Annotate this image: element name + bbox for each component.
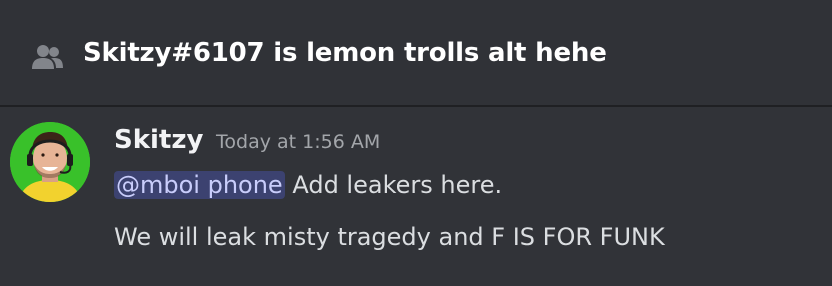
channel-title: Skitzy#6107 is lemon trolls alt hehe [83, 38, 607, 68]
channel-header: Skitzy#6107 is lemon trolls alt hehe [0, 0, 832, 107]
user-avatar[interactable] [10, 122, 90, 202]
author-name[interactable]: Skitzy [114, 125, 203, 155]
message-timestamp: Today at 1:56 AM [216, 131, 381, 153]
members-icon [32, 45, 63, 69]
chat-message: Skitzy Today at 1:56 AM @mboi phone Add … [0, 107, 832, 286]
chat-screen: Skitzy#6107 is lemon trolls alt hehe Ski… [0, 0, 832, 286]
avatar-image [10, 122, 90, 202]
user-mention[interactable]: @mboi phone [114, 171, 285, 199]
message-line-2: We will leak misty tragedy and F IS FOR … [114, 223, 665, 251]
message-line-1: @mboi phone Add leakers here. [114, 171, 502, 199]
message-text-1: Add leakers here. [284, 171, 503, 199]
